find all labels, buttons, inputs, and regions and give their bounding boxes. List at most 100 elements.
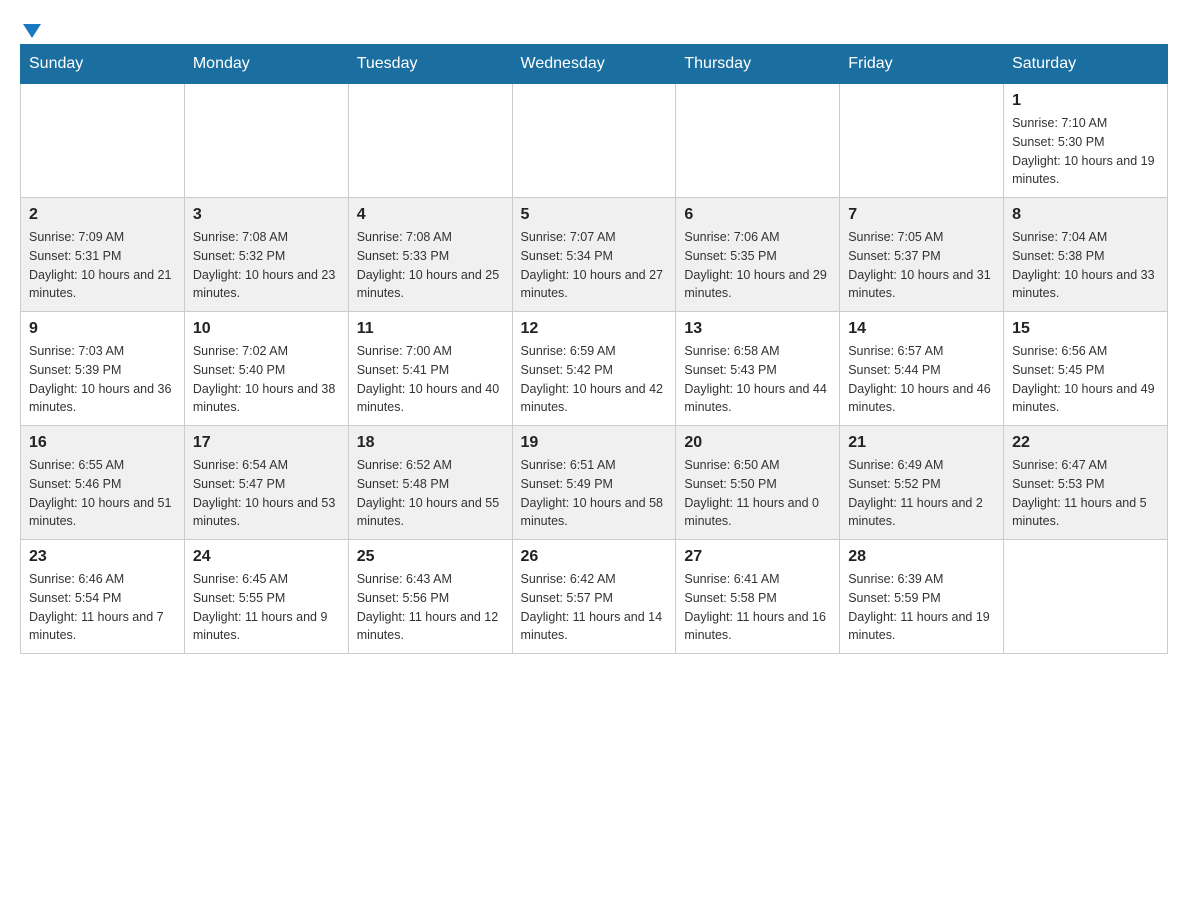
day-number: 15 [1012,320,1159,338]
day-info: Sunrise: 6:57 AMSunset: 5:44 PMDaylight:… [848,342,995,417]
day-number: 1 [1012,92,1159,110]
calendar-cell: 3 Sunrise: 7:08 AMSunset: 5:32 PMDaylight… [184,198,348,312]
weekday-header-thursday: Thursday [676,45,840,84]
calendar-cell [840,84,1004,198]
day-number: 2 [29,206,176,224]
calendar-cell [21,84,185,198]
weekday-header-row: SundayMondayTuesdayWednesdayThursdayFrid… [21,45,1168,84]
day-info: Sunrise: 7:05 AMSunset: 5:37 PMDaylight:… [848,228,995,303]
calendar-cell: 23 Sunrise: 6:46 AMSunset: 5:54 PMDayligh… [21,540,185,654]
day-number: 5 [521,206,668,224]
day-info: Sunrise: 6:51 AMSunset: 5:49 PMDaylight:… [521,456,668,531]
calendar-week-row: 9 Sunrise: 7:03 AMSunset: 5:39 PMDaylight… [21,312,1168,426]
calendar-cell: 9 Sunrise: 7:03 AMSunset: 5:39 PMDaylight… [21,312,185,426]
page-header [20,20,1168,34]
day-number: 16 [29,434,176,452]
day-info: Sunrise: 6:46 AMSunset: 5:54 PMDaylight:… [29,570,176,645]
day-info: Sunrise: 6:50 AMSunset: 5:50 PMDaylight:… [684,456,831,531]
weekday-header-saturday: Saturday [1004,45,1168,84]
weekday-header-sunday: Sunday [21,45,185,84]
calendar-week-row: 16 Sunrise: 6:55 AMSunset: 5:46 PMDayligh… [21,426,1168,540]
day-number: 18 [357,434,504,452]
day-info: Sunrise: 6:43 AMSunset: 5:56 PMDaylight:… [357,570,504,645]
day-info: Sunrise: 7:09 AMSunset: 5:31 PMDaylight:… [29,228,176,303]
day-info: Sunrise: 7:02 AMSunset: 5:40 PMDaylight:… [193,342,340,417]
day-info: Sunrise: 6:39 AMSunset: 5:59 PMDaylight:… [848,570,995,645]
day-number: 21 [848,434,995,452]
day-info: Sunrise: 6:58 AMSunset: 5:43 PMDaylight:… [684,342,831,417]
calendar-cell: 13 Sunrise: 6:58 AMSunset: 5:43 PMDayligh… [676,312,840,426]
calendar-cell: 19 Sunrise: 6:51 AMSunset: 5:49 PMDayligh… [512,426,676,540]
calendar-cell [512,84,676,198]
day-number: 17 [193,434,340,452]
day-number: 9 [29,320,176,338]
day-info: Sunrise: 6:56 AMSunset: 5:45 PMDaylight:… [1012,342,1159,417]
logo [20,20,41,34]
day-info: Sunrise: 6:42 AMSunset: 5:57 PMDaylight:… [521,570,668,645]
calendar-cell: 6 Sunrise: 7:06 AMSunset: 5:35 PMDaylight… [676,198,840,312]
calendar-week-row: 2 Sunrise: 7:09 AMSunset: 5:31 PMDaylight… [21,198,1168,312]
day-number: 24 [193,548,340,566]
day-number: 6 [684,206,831,224]
day-info: Sunrise: 7:03 AMSunset: 5:39 PMDaylight:… [29,342,176,417]
calendar-cell: 21 Sunrise: 6:49 AMSunset: 5:52 PMDayligh… [840,426,1004,540]
day-info: Sunrise: 7:00 AMSunset: 5:41 PMDaylight:… [357,342,504,417]
day-info: Sunrise: 6:55 AMSunset: 5:46 PMDaylight:… [29,456,176,531]
calendar-cell: 7Sunrise: 7:05 AMSunset: 5:37 PMDaylight… [840,198,1004,312]
day-info: Sunrise: 7:04 AMSunset: 5:38 PMDaylight:… [1012,228,1159,303]
calendar-cell: 18Sunrise: 6:52 AMSunset: 5:48 PMDayligh… [348,426,512,540]
calendar-cell: 10 Sunrise: 7:02 AMSunset: 5:40 PMDayligh… [184,312,348,426]
day-number: 20 [684,434,831,452]
calendar-cell: 11Sunrise: 7:00 AMSunset: 5:41 PMDayligh… [348,312,512,426]
weekday-header-tuesday: Tuesday [348,45,512,84]
day-number: 13 [684,320,831,338]
day-number: 26 [521,548,668,566]
day-info: Sunrise: 6:47 AMSunset: 5:53 PMDaylight:… [1012,456,1159,531]
calendar-week-row: 1 Sunrise: 7:10 AMSunset: 5:30 PMDaylight… [21,84,1168,198]
calendar-cell [676,84,840,198]
day-number: 4 [357,206,504,224]
day-info: Sunrise: 6:59 AMSunset: 5:42 PMDaylight:… [521,342,668,417]
calendar-cell: 26 Sunrise: 6:42 AMSunset: 5:57 PMDayligh… [512,540,676,654]
day-info: Sunrise: 6:41 AMSunset: 5:58 PMDaylight:… [684,570,831,645]
day-number: 27 [684,548,831,566]
calendar-cell: 17 Sunrise: 6:54 AMSunset: 5:47 PMDayligh… [184,426,348,540]
calendar-cell: 15 Sunrise: 6:56 AMSunset: 5:45 PMDayligh… [1004,312,1168,426]
calendar-cell: 4 Sunrise: 7:08 AMSunset: 5:33 PMDaylight… [348,198,512,312]
day-info: Sunrise: 7:07 AMSunset: 5:34 PMDaylight:… [521,228,668,303]
calendar-cell: 1 Sunrise: 7:10 AMSunset: 5:30 PMDaylight… [1004,84,1168,198]
weekday-header-friday: Friday [840,45,1004,84]
day-info: Sunrise: 7:08 AMSunset: 5:33 PMDaylight:… [357,228,504,303]
calendar-cell: 28 Sunrise: 6:39 AMSunset: 5:59 PMDayligh… [840,540,1004,654]
day-number: 22 [1012,434,1159,452]
day-number: 19 [521,434,668,452]
calendar-cell: 22 Sunrise: 6:47 AMSunset: 5:53 PMDayligh… [1004,426,1168,540]
calendar-cell [348,84,512,198]
calendar-week-row: 23 Sunrise: 6:46 AMSunset: 5:54 PMDayligh… [21,540,1168,654]
calendar-cell: 14 Sunrise: 6:57 AMSunset: 5:44 PMDayligh… [840,312,1004,426]
day-number: 23 [29,548,176,566]
day-info: Sunrise: 7:10 AMSunset: 5:30 PMDaylight:… [1012,114,1159,189]
day-number: 3 [193,206,340,224]
day-info: Sunrise: 6:54 AMSunset: 5:47 PMDaylight:… [193,456,340,531]
day-number: 8 [1012,206,1159,224]
day-info: Sunrise: 7:06 AMSunset: 5:35 PMDaylight:… [684,228,831,303]
calendar-cell: 2 Sunrise: 7:09 AMSunset: 5:31 PMDaylight… [21,198,185,312]
day-number: 28 [848,548,995,566]
day-info: Sunrise: 7:08 AMSunset: 5:32 PMDaylight:… [193,228,340,303]
weekday-header-monday: Monday [184,45,348,84]
day-number: 12 [521,320,668,338]
calendar-table: SundayMondayTuesdayWednesdayThursdayFrid… [20,44,1168,654]
weekday-header-wednesday: Wednesday [512,45,676,84]
calendar-cell: 12 Sunrise: 6:59 AMSunset: 5:42 PMDayligh… [512,312,676,426]
logo-arrow-icon [23,24,41,38]
day-info: Sunrise: 6:45 AMSunset: 5:55 PMDaylight:… [193,570,340,645]
calendar-cell: 24 Sunrise: 6:45 AMSunset: 5:55 PMDayligh… [184,540,348,654]
calendar-cell: 5 Sunrise: 7:07 AMSunset: 5:34 PMDaylight… [512,198,676,312]
calendar-cell: 8 Sunrise: 7:04 AMSunset: 5:38 PMDaylight… [1004,198,1168,312]
calendar-cell [184,84,348,198]
day-number: 14 [848,320,995,338]
day-info: Sunrise: 6:49 AMSunset: 5:52 PMDaylight:… [848,456,995,531]
calendar-cell: 25Sunrise: 6:43 AMSunset: 5:56 PMDayligh… [348,540,512,654]
day-number: 10 [193,320,340,338]
